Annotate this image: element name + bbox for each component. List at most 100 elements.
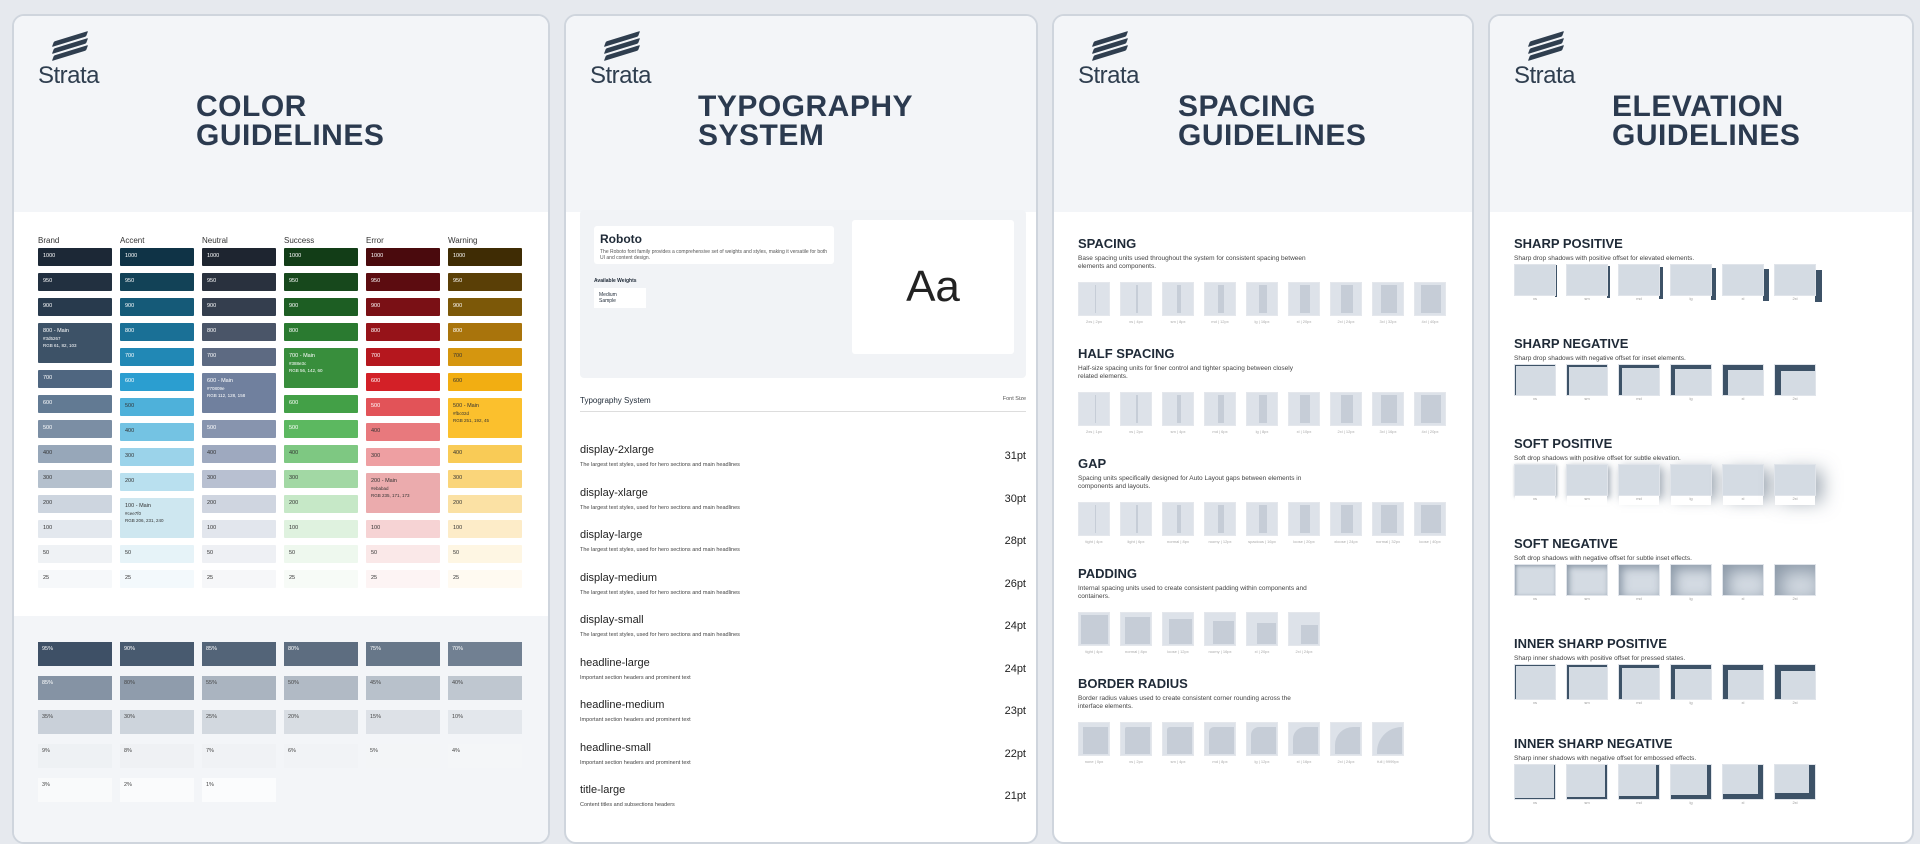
elevation-token[interactable]: 2xl xyxy=(1774,664,1816,709)
elevation-token[interactable]: lg xyxy=(1670,364,1712,405)
color-swatch[interactable]: 700 xyxy=(120,348,194,366)
opacity-swatch[interactable]: 90% xyxy=(120,642,194,666)
spacing-token[interactable]: loose | 40px xyxy=(1414,502,1446,544)
spacing-token[interactable]: none | 0px xyxy=(1078,722,1110,764)
opacity-swatch[interactable]: 80% xyxy=(284,642,358,666)
spacing-token[interactable]: 2xl | 12px xyxy=(1330,392,1362,434)
color-swatch[interactable]: 700 - Main #388e3c RGB 56, 142, 60 xyxy=(284,348,358,388)
spacing-token[interactable]: xs | 4px xyxy=(1120,282,1152,324)
elevation-token[interactable]: lg xyxy=(1670,664,1712,709)
color-swatch[interactable]: 900 xyxy=(366,298,440,316)
color-swatch[interactable]: 950 xyxy=(284,273,358,291)
spacing-token[interactable]: roomy | 12px xyxy=(1204,502,1236,544)
elevation-token[interactable]: xl xyxy=(1722,364,1764,405)
opacity-swatch[interactable]: 50% xyxy=(284,676,358,700)
color-swatch[interactable]: 700 xyxy=(38,370,112,388)
color-swatch[interactable]: 500 xyxy=(38,420,112,438)
opacity-swatch[interactable]: 35% xyxy=(38,710,112,734)
color-swatch[interactable]: 50 xyxy=(366,545,440,563)
color-swatch[interactable]: 600 xyxy=(38,395,112,413)
spacing-token[interactable]: md | 8px xyxy=(1204,722,1236,764)
elevation-token[interactable]: xs xyxy=(1514,464,1556,505)
color-swatch[interactable]: 25 xyxy=(120,570,194,588)
color-swatch[interactable]: 100 xyxy=(448,520,522,538)
elevation-token[interactable]: lg xyxy=(1670,264,1712,305)
color-swatch[interactable]: 900 xyxy=(284,298,358,316)
color-swatch[interactable]: 200 xyxy=(284,495,358,513)
spacing-token[interactable]: 2xl | 24px xyxy=(1288,612,1320,654)
color-swatch[interactable]: 950 xyxy=(448,273,522,291)
spacing-token[interactable]: 3xl | 16px xyxy=(1372,392,1404,434)
opacity-swatch[interactable]: 70% xyxy=(448,642,522,666)
color-swatch[interactable]: 300 xyxy=(120,448,194,466)
opacity-swatch[interactable]: 40% xyxy=(448,676,522,700)
color-swatch[interactable]: 200 xyxy=(38,495,112,513)
spacing-token[interactable]: lg | 16px xyxy=(1246,282,1278,324)
opacity-swatch[interactable]: 30% xyxy=(120,710,194,734)
elevation-token[interactable]: sm xyxy=(1566,664,1608,709)
opacity-swatch[interactable]: 10% xyxy=(448,710,522,734)
elevation-token[interactable]: 2xl xyxy=(1774,464,1816,505)
opacity-swatch[interactable]: 55% xyxy=(202,676,276,700)
color-swatch[interactable]: 950 xyxy=(120,273,194,291)
spacing-token[interactable]: sm | 4px xyxy=(1162,392,1194,434)
elevation-token[interactable]: sm xyxy=(1566,764,1608,809)
spacing-token[interactable]: 2xs | 2px xyxy=(1078,282,1110,324)
color-swatch[interactable]: 900 xyxy=(120,298,194,316)
elevation-token[interactable]: md xyxy=(1618,664,1660,709)
color-swatch[interactable]: 50 xyxy=(284,545,358,563)
elevation-token[interactable]: sm xyxy=(1566,364,1608,405)
elevation-token[interactable]: 2xl xyxy=(1774,264,1816,305)
color-swatch[interactable]: 200 - Main #ebabad RGB 235, 171, 173 xyxy=(366,473,440,513)
color-swatch[interactable]: 950 xyxy=(38,273,112,291)
color-swatch[interactable]: 950 xyxy=(202,273,276,291)
color-swatch[interactable]: 900 xyxy=(448,298,522,316)
spacing-token[interactable]: xl | 20px xyxy=(1288,282,1320,324)
color-swatch[interactable]: 1000 xyxy=(366,248,440,266)
elevation-token[interactable]: md xyxy=(1618,764,1660,809)
color-swatch[interactable]: 600 xyxy=(366,373,440,391)
opacity-swatch[interactable]: 20% xyxy=(284,710,358,734)
color-swatch[interactable]: 300 xyxy=(448,470,522,488)
spacing-token[interactable]: lg | 8px xyxy=(1246,392,1278,434)
opacity-swatch[interactable]: 5% xyxy=(366,744,440,768)
spacing-token[interactable]: normal | 32px xyxy=(1372,502,1404,544)
elevation-token[interactable]: md xyxy=(1618,464,1660,505)
spacing-token[interactable]: full | 9999px xyxy=(1372,722,1404,764)
opacity-swatch[interactable]: 95% xyxy=(38,642,112,666)
color-swatch[interactable]: 50 xyxy=(448,545,522,563)
opacity-swatch[interactable]: 75% xyxy=(366,642,440,666)
spacing-token[interactable]: normal | 8px xyxy=(1120,612,1152,654)
color-swatch[interactable]: 300 xyxy=(366,448,440,466)
opacity-swatch[interactable]: 85% xyxy=(38,676,112,700)
color-swatch[interactable]: 400 xyxy=(120,423,194,441)
color-swatch[interactable]: 200 xyxy=(202,495,276,513)
opacity-swatch[interactable]: 2% xyxy=(120,778,194,802)
elevation-token[interactable]: md xyxy=(1618,564,1660,605)
color-swatch[interactable]: 800 xyxy=(366,323,440,341)
spacing-token[interactable]: roomy | 16px xyxy=(1204,612,1236,654)
opacity-swatch[interactable]: 3% xyxy=(38,778,112,802)
color-swatch[interactable]: 700 xyxy=(366,348,440,366)
color-swatch[interactable]: 100 xyxy=(284,520,358,538)
elevation-token[interactable]: xs xyxy=(1514,664,1556,709)
spacing-token[interactable]: xl | 10px xyxy=(1288,392,1320,434)
opacity-swatch[interactable]: 15% xyxy=(366,710,440,734)
spacing-token[interactable]: md | 6px xyxy=(1204,392,1236,434)
color-swatch[interactable]: 50 xyxy=(202,545,276,563)
color-swatch[interactable]: 300 xyxy=(38,470,112,488)
opacity-swatch[interactable]: 8% xyxy=(120,744,194,768)
elevation-token[interactable]: xs xyxy=(1514,764,1556,809)
color-swatch[interactable]: 600 xyxy=(120,373,194,391)
opacity-swatch[interactable]: 9% xyxy=(38,744,112,768)
elevation-token[interactable]: 2xl xyxy=(1774,364,1816,405)
color-swatch[interactable]: 950 xyxy=(366,273,440,291)
color-swatch[interactable]: 400 xyxy=(366,423,440,441)
color-swatch[interactable]: 700 xyxy=(448,348,522,366)
color-swatch[interactable]: 1000 xyxy=(448,248,522,266)
color-swatch[interactable]: 1000 xyxy=(284,248,358,266)
color-swatch[interactable]: 500 - Main #fbc02d RGB 251, 192, 45 xyxy=(448,398,522,438)
elevation-token[interactable]: md xyxy=(1618,364,1660,405)
elevation-token[interactable]: lg xyxy=(1670,764,1712,809)
color-swatch[interactable]: 500 xyxy=(120,398,194,416)
